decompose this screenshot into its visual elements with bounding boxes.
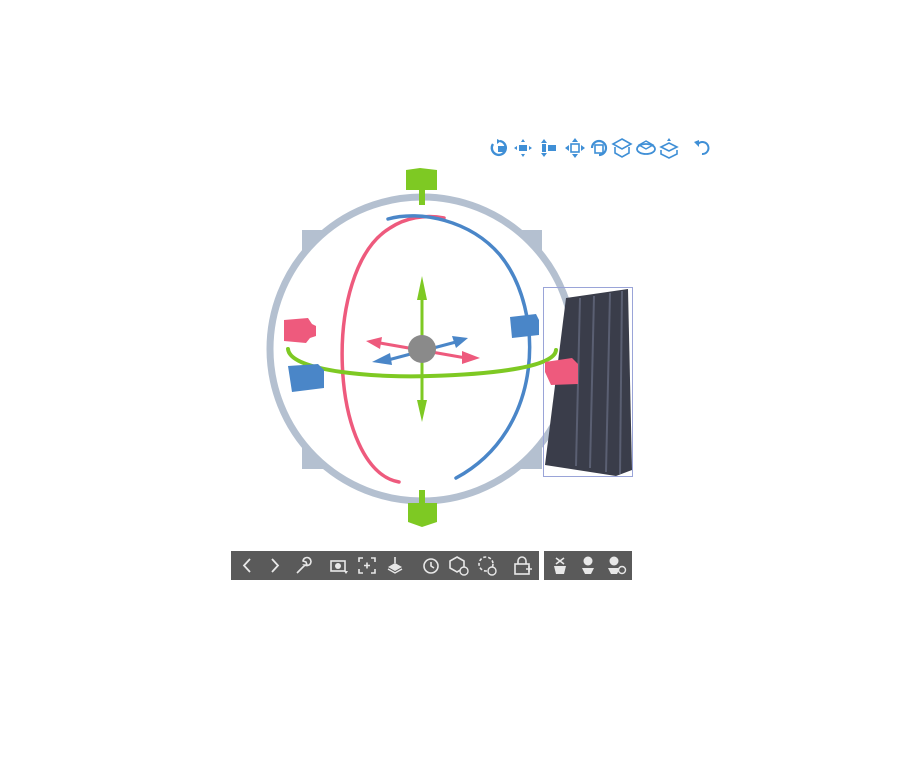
pose-bar (544, 551, 632, 580)
scale-handle-y-bottom[interactable] (408, 490, 437, 527)
bound-corner-tl (302, 230, 326, 254)
scale-handle-x-left[interactable] (284, 318, 316, 343)
reset-all-icon[interactable] (475, 554, 499, 577)
previous-icon[interactable] (235, 554, 259, 577)
viewport-3d[interactable] (0, 0, 916, 757)
pose-body-icon[interactable] (576, 554, 600, 577)
camera-pan-icon[interactable] (512, 136, 534, 160)
undo-icon[interactable] (691, 136, 713, 160)
pose-settings-icon[interactable] (604, 554, 628, 577)
bound-corner-bl (302, 445, 326, 469)
object-rotate-plane-icon[interactable] (635, 136, 657, 160)
ground-place-icon[interactable] (383, 554, 407, 577)
object-move-plane-icon[interactable] (611, 136, 633, 160)
wrench-icon[interactable] (291, 554, 315, 577)
reset-object-icon[interactable] (447, 554, 471, 577)
object-move-icon[interactable] (564, 136, 586, 160)
scale-handle-z-right[interactable] (510, 314, 539, 338)
scale-handle-x-right[interactable] (545, 358, 578, 385)
camera-toolbar (488, 136, 713, 162)
camera-preset-icon[interactable] (327, 554, 351, 577)
camera-rotate-icon[interactable] (488, 136, 510, 160)
scale-handle-z-left[interactable] (288, 364, 324, 392)
reset-rotation-icon[interactable] (419, 554, 443, 577)
pose-hand-icon[interactable] (548, 554, 572, 577)
object-rotate-icon[interactable] (588, 136, 610, 160)
object-launcher-bar (231, 551, 539, 580)
camera-dolly-icon[interactable] (536, 136, 558, 160)
next-icon[interactable] (263, 554, 287, 577)
lock-add-icon[interactable] (511, 554, 535, 577)
pivot-center[interactable] (408, 335, 436, 363)
manipulator-gizmo[interactable] (0, 0, 916, 757)
object-fit-ground-icon[interactable] (658, 136, 680, 160)
fit-to-view-icon[interactable] (355, 554, 379, 577)
